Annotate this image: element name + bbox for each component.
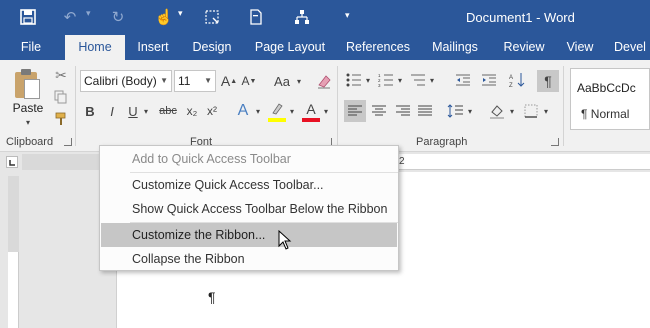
align-center-icon[interactable] <box>368 100 390 122</box>
copy-icon[interactable] <box>52 88 70 106</box>
tab-insert[interactable]: Insert <box>130 35 176 60</box>
menu-item-show-qat-below[interactable]: Show Quick Access Toolbar Below the Ribb… <box>101 197 397 221</box>
font-size-combo[interactable]: 11 ▼ <box>174 70 216 92</box>
redo-icon[interactable]: ↻ <box>106 5 130 29</box>
chevron-down-icon[interactable]: ▾ <box>508 100 516 122</box>
chevron-down-icon[interactable]: ▾ <box>321 100 331 122</box>
org-chart-icon[interactable] <box>290 5 314 29</box>
superscript-button[interactable]: x² <box>204 100 220 122</box>
menu-item-customize-qat[interactable]: Customize Quick Access Toolbar... <box>101 173 397 197</box>
line-spacing-icon[interactable] <box>444 100 466 122</box>
tab-file[interactable]: File <box>10 35 52 60</box>
numbering-icon[interactable]: 123 <box>376 70 396 90</box>
save-icon[interactable] <box>16 5 40 29</box>
style-name: ¶ Normal <box>581 107 630 121</box>
tab-design[interactable]: Design <box>186 35 238 60</box>
touch-mode-icon[interactable]: ☝ <box>152 5 176 29</box>
change-case-button[interactable]: Aa <box>270 70 294 92</box>
italic-button[interactable]: I <box>104 100 120 122</box>
undo-dropdown-icon[interactable]: ▾ <box>86 8 91 19</box>
chevron-down-icon[interactable]: ▾ <box>542 100 550 122</box>
shrink-font-label: A <box>241 74 250 88</box>
clear-formatting-icon[interactable] <box>314 70 334 92</box>
undo-icon[interactable]: ↶ <box>58 5 82 29</box>
decrease-indent-icon[interactable] <box>452 70 474 90</box>
align-left-icon[interactable] <box>344 100 366 122</box>
customize-qat-icon[interactable]: ▾ <box>345 10 350 21</box>
subscript-button[interactable]: x₂ <box>184 100 200 122</box>
sort-icon[interactable]: AZ <box>506 70 528 90</box>
paragraph-mark: ¶ <box>208 289 216 305</box>
menu-item-add-to-qat[interactable]: Add to Quick Access Toolbar <box>101 147 397 171</box>
chevron-down-icon: ▼ <box>160 76 168 85</box>
chevron-down-icon: ▼ <box>204 76 212 85</box>
context-menu: Add to Quick Access Toolbar Customize Qu… <box>99 145 399 271</box>
format-painter-icon[interactable] <box>52 110 70 128</box>
tab-home[interactable]: Home <box>65 35 125 60</box>
grow-font-label: A <box>220 73 231 89</box>
paragraph-group-label: Paragraph <box>416 136 468 148</box>
increase-indent-icon[interactable] <box>478 70 500 90</box>
ribbon: Paste ▾ ✂ Clipboard Calibri (Body) ▼ 11 … <box>0 60 650 152</box>
title-bar: ↶ ▾ ↻ ☝ ▾ ▾ Document1 - Word <box>0 0 650 35</box>
shrink-font-button[interactable]: A ▼ <box>241 70 257 92</box>
ruler-mark: 2 <box>399 156 405 167</box>
text-highlight-button[interactable] <box>268 100 286 122</box>
chevron-down-icon[interactable]: ▾ <box>294 70 304 92</box>
chevron-down-icon[interactable]: ▾ <box>253 100 263 122</box>
tab-references[interactable]: References <box>342 35 414 60</box>
ribbon-tabs: File Home Insert Design Page Layout Refe… <box>0 35 650 60</box>
paste-icon[interactable] <box>12 68 42 102</box>
font-color-button[interactable]: A <box>302 100 320 122</box>
svg-text:A: A <box>509 75 513 81</box>
chevron-down-icon[interactable]: ▾ <box>396 70 404 90</box>
tab-mailings[interactable]: Mailings <box>424 35 486 60</box>
align-right-icon[interactable] <box>392 100 414 122</box>
clipboard-group-label: Clipboard <box>6 136 54 148</box>
tab-developer[interactable]: Devel <box>614 35 650 60</box>
window-title: Document1 - Word <box>466 10 575 25</box>
bullets-icon[interactable] <box>344 70 364 90</box>
paragraph-dialog-launcher[interactable] <box>551 138 559 146</box>
tab-review[interactable]: Review <box>498 35 550 60</box>
bold-button[interactable]: B <box>82 100 98 122</box>
tab-selector[interactable] <box>6 156 18 168</box>
paste-button[interactable]: Paste <box>10 100 46 116</box>
strikethrough-button[interactable]: abc <box>156 100 180 122</box>
cut-icon[interactable]: ✂ <box>52 66 70 84</box>
chevron-down-icon[interactable]: ▾ <box>364 70 372 90</box>
menu-item-collapse-ribbon[interactable]: Collapse the Ribbon <box>101 247 397 271</box>
font-name-value: Calibri (Body) <box>84 74 157 88</box>
chevron-down-icon[interactable]: ▾ <box>287 100 297 122</box>
paste-dropdown-icon[interactable]: ▾ <box>20 116 36 128</box>
touch-mode-dropdown-icon[interactable]: ▾ <box>178 8 183 19</box>
style-normal[interactable]: AaBbCcDc ¶ Normal <box>570 68 650 130</box>
underline-button[interactable]: U <box>125 100 141 122</box>
justify-icon[interactable] <box>414 100 436 122</box>
borders-icon[interactable] <box>520 100 542 122</box>
tab-page-layout[interactable]: Page Layout <box>250 35 330 60</box>
font-name-combo[interactable]: Calibri (Body) ▼ <box>80 70 172 92</box>
multilevel-list-icon[interactable] <box>408 70 428 90</box>
shading-icon[interactable] <box>486 100 508 122</box>
tab-view[interactable]: View <box>560 35 600 60</box>
font-size-value: 11 <box>178 74 191 88</box>
screenshot-icon[interactable] <box>200 5 224 29</box>
grow-font-button[interactable]: A ▲ <box>221 70 237 92</box>
ruler-margin <box>8 176 19 252</box>
svg-text:Z: Z <box>509 83 513 88</box>
show-formatting-marks-button[interactable]: ¶ <box>537 70 559 92</box>
chevron-down-icon[interactable]: ▾ <box>141 100 151 122</box>
mouse-cursor-icon <box>278 230 292 250</box>
chevron-down-icon[interactable]: ▾ <box>428 70 436 90</box>
menu-item-customize-ribbon[interactable]: Customize the Ribbon... <box>101 223 397 247</box>
new-page-icon[interactable] <box>244 5 268 29</box>
clipboard-dialog-launcher[interactable] <box>64 138 72 146</box>
style-sample-text: AaBbCcDc <box>577 81 636 95</box>
text-effects-button[interactable]: A <box>234 100 252 122</box>
svg-text:3: 3 <box>378 83 381 87</box>
chevron-down-icon[interactable]: ▾ <box>466 100 474 122</box>
